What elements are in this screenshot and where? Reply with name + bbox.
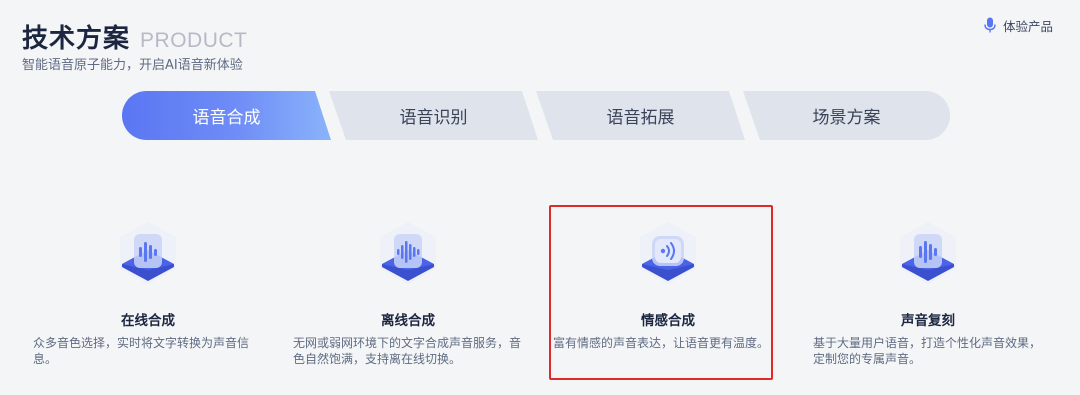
try-product-label: 体验产品 (1002, 19, 1053, 34)
tab-label: 语音拓展 (606, 108, 675, 128)
tab-speech-extension[interactable]: 语音拓展 (536, 91, 745, 140)
try-product-link[interactable]: 体验产品 (983, 16, 1053, 35)
page-title-en: PRODUCT (140, 29, 248, 52)
soundwave-icon (116, 220, 180, 290)
solution-tabs: 语音合成 语音识别 语音拓展 场景方案 (122, 91, 950, 140)
offline-soundwave-icon (376, 220, 440, 290)
card-title: 在线合成 (121, 313, 175, 329)
page-header: 技术方案 PRODUCT (22, 18, 247, 55)
tab-scenario-solutions[interactable]: 场景方案 (743, 91, 950, 140)
page-title: 技术方案 (22, 24, 131, 54)
card-title: 离线合成 (381, 313, 435, 329)
feature-card-online-synthesis[interactable]: 在线合成 众多音色选择，实时将文字转换为声音信息。 (33, 215, 263, 375)
tab-label: 语音合成 (192, 108, 261, 128)
card-description: 众多音色选择，实时将文字转换为声音信息。 (33, 336, 250, 366)
card-description: 无网或弱网环境下的文字合成声音服务，音色自然饱满，支持离在线切换。 (293, 336, 522, 366)
page-subtitle: 智能语音原子能力，开启AI语音新体验 (22, 58, 243, 73)
tab-speech-recognition[interactable]: 语音识别 (329, 91, 538, 140)
tab-label: 场景方案 (812, 108, 881, 128)
page: 技术方案 PRODUCT 智能语音原子能力，开启AI语音新体验 体验产品 语音合… (0, 0, 1080, 395)
microphone-icon (983, 17, 997, 34)
feature-card-voice-clone[interactable]: 声音复刻 基于大量用户语音，打造个性化声音效果，定制您的专属声音。 (813, 215, 1043, 375)
card-description: 基于大量用户语音，打造个性化声音效果，定制您的专属声音。 (813, 336, 1042, 366)
voice-clone-icon (896, 220, 960, 290)
tab-speech-synthesis[interactable]: 语音合成 (122, 91, 331, 140)
selection-highlight (549, 205, 773, 380)
tab-label: 语音识别 (399, 108, 468, 128)
card-title: 声音复刻 (901, 313, 955, 329)
feature-card-offline-synthesis[interactable]: 离线合成 无网或弱网环境下的文字合成声音服务，音色自然饱满，支持离在线切换。 (293, 215, 523, 375)
